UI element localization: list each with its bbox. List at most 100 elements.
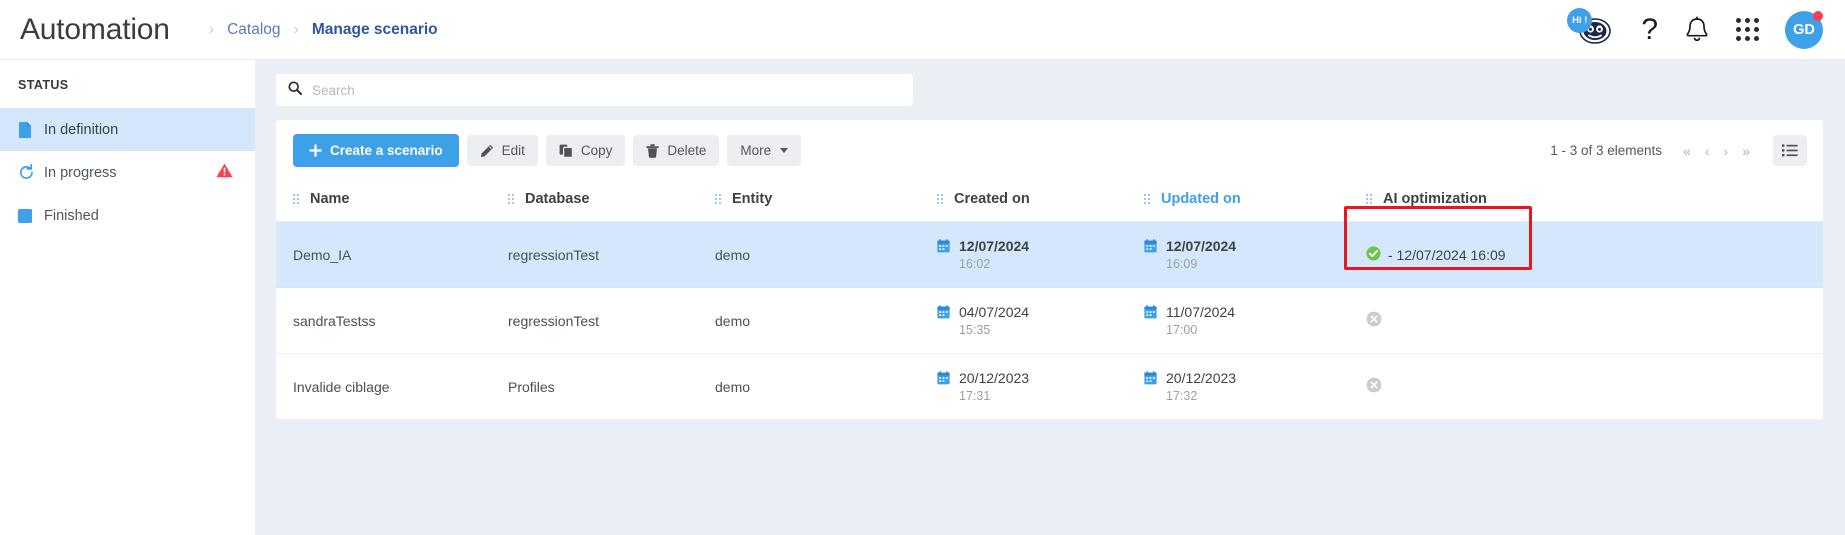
- column-label: Created on: [954, 191, 1030, 207]
- trash-icon: [646, 143, 659, 158]
- breadcrumb-separator: ›: [293, 20, 299, 38]
- cell-updated-date: 12/07/2024: [1166, 238, 1237, 254]
- cell-name: sandraTestss: [276, 287, 508, 355]
- calendar-icon: [937, 305, 950, 322]
- cell-updated-time: 17:00: [1166, 323, 1198, 338]
- column-header-ai-optimization[interactable]: AI optimization: [1366, 181, 1823, 222]
- success-check-icon: [1366, 246, 1381, 264]
- column-label: Name: [310, 191, 350, 207]
- apps-grid-icon[interactable]: [1736, 18, 1759, 41]
- avatar-initials: GD: [1793, 21, 1815, 38]
- copy-icon: [559, 144, 573, 158]
- list-view-toggle-button[interactable]: [1773, 135, 1807, 166]
- calendar-icon: [937, 239, 950, 256]
- avatar[interactable]: GD: [1785, 10, 1823, 49]
- table-row[interactable]: Invalide ciblage Profiles demo 20/12/202…: [276, 353, 1823, 421]
- table-row[interactable]: sandraTestss regressionTest demo 04/07/2…: [276, 287, 1823, 355]
- page-body: STATUS In definition In progress Finishe…: [0, 60, 1845, 535]
- pagination-first-button[interactable]: «: [1676, 144, 1698, 158]
- cell-updated-on: 12/07/2024 16:09: [1144, 221, 1366, 289]
- cell-created-time: 17:31: [959, 389, 991, 404]
- breadcrumb-item-manage-scenario[interactable]: Manage scenario: [312, 21, 438, 39]
- column-header-name[interactable]: Name: [276, 181, 508, 222]
- sidebar-item-label: In definition: [44, 121, 119, 138]
- cell-updated-time: 16:09: [1166, 257, 1198, 272]
- drag-handle-icon[interactable]: [1144, 194, 1150, 204]
- table-row[interactable]: Demo_IA regressionTest demo 12/07/2024 1…: [276, 206, 1823, 289]
- pagination-last-button[interactable]: »: [1735, 144, 1757, 158]
- document-icon: [18, 121, 44, 139]
- search-icon: [288, 80, 302, 100]
- drag-handle-icon[interactable]: [293, 194, 299, 204]
- cell-created-date: 12/07/2024: [959, 238, 1030, 254]
- sidebar-item-in-progress[interactable]: In progress: [0, 151, 255, 194]
- help-glyph: ?: [1641, 12, 1658, 46]
- breadcrumb-item-catalog[interactable]: Catalog: [227, 21, 280, 39]
- delete-label: Delete: [667, 143, 707, 158]
- edit-label: Edit: [501, 143, 525, 158]
- help-icon[interactable]: ?: [1641, 12, 1658, 46]
- search-input[interactable]: Search: [276, 74, 913, 106]
- top-bar-actions: Hi ! ? GD: [1567, 7, 1823, 50]
- calendar-icon: [1144, 305, 1157, 322]
- cell-database: Profiles: [508, 353, 715, 421]
- chevron-down-icon: [780, 148, 789, 153]
- cell-created-on: 04/07/2024 15:35: [937, 287, 1144, 355]
- drag-handle-icon[interactable]: [715, 194, 721, 204]
- drag-handle-icon[interactable]: [508, 194, 514, 204]
- delete-button[interactable]: Delete: [633, 135, 720, 166]
- cell-entity: demo: [715, 353, 937, 421]
- cell-created-time: 15:35: [959, 323, 991, 338]
- calendar-icon: [1144, 371, 1157, 388]
- cell-database: regressionTest: [508, 287, 715, 355]
- create-scenario-button[interactable]: Create a scenario: [293, 134, 459, 167]
- column-header-updated-on[interactable]: Updated on: [1144, 181, 1366, 222]
- cell-ai-optimization: [1366, 287, 1823, 355]
- avatar-notification-dot: [1813, 10, 1823, 21]
- cell-updated-date: 11/07/2024: [1166, 304, 1236, 321]
- pagination-next-button[interactable]: ›: [1717, 144, 1736, 158]
- copy-label: Copy: [580, 143, 613, 158]
- column-header-created-on[interactable]: Created on: [937, 181, 1144, 222]
- cell-entity: demo: [715, 287, 937, 355]
- column-label: Entity: [732, 191, 773, 207]
- chatbot-icon[interactable]: Hi !: [1567, 7, 1615, 50]
- breadcrumb-separator: ›: [208, 20, 215, 38]
- top-bar: Automation › Catalog › Manage scenario H…: [0, 0, 1845, 60]
- cell-updated-on: 20/12/2023 17:32: [1144, 353, 1366, 421]
- drag-handle-icon[interactable]: [1366, 194, 1372, 204]
- refresh-icon: [18, 164, 44, 181]
- cell-ai-text: - 12/07/2024 16:09: [1388, 246, 1506, 263]
- pagination-prev-button[interactable]: ‹: [1698, 144, 1717, 158]
- column-header-database[interactable]: Database: [508, 181, 715, 222]
- no-optimization-icon: [1366, 311, 1382, 330]
- more-button[interactable]: More: [727, 135, 802, 166]
- sidebar: STATUS In definition In progress Finishe…: [0, 60, 256, 535]
- sidebar-item-finished[interactable]: Finished: [0, 194, 255, 237]
- copy-button[interactable]: Copy: [545, 135, 626, 166]
- list-view-icon: [1782, 144, 1798, 157]
- search-placeholder: Search: [312, 82, 355, 98]
- drag-handle-icon[interactable]: [937, 194, 943, 204]
- sidebar-item-in-definition[interactable]: In definition: [0, 108, 255, 151]
- no-optimization-icon: [1366, 377, 1382, 396]
- column-label: Updated on: [1161, 191, 1241, 207]
- cell-created-on: 20/12/2023 17:31: [937, 353, 1144, 421]
- more-label: More: [740, 143, 772, 158]
- column-header-entity[interactable]: Entity: [715, 181, 937, 222]
- cell-created-date: 20/12/2023: [959, 370, 1030, 387]
- edit-button[interactable]: Edit: [466, 135, 538, 166]
- pencil-icon: [480, 144, 494, 158]
- sidebar-item-label: In progress: [44, 164, 117, 181]
- cell-name: Demo_IA: [276, 221, 508, 289]
- cell-updated-on: 11/07/2024 17:00: [1144, 287, 1366, 355]
- table-body: Demo_IA regressionTest demo 12/07/2024 1…: [276, 206, 1823, 421]
- scenario-table: Name Database Entity Created on Updated …: [276, 181, 1823, 421]
- column-label: Database: [525, 191, 590, 207]
- cell-created-time: 16:02: [959, 257, 991, 272]
- column-label: AI optimization: [1383, 191, 1487, 207]
- bell-icon[interactable]: [1684, 16, 1710, 44]
- sidebar-title: STATUS: [18, 78, 69, 92]
- square-icon: [18, 208, 44, 223]
- cell-entity: demo: [715, 221, 937, 289]
